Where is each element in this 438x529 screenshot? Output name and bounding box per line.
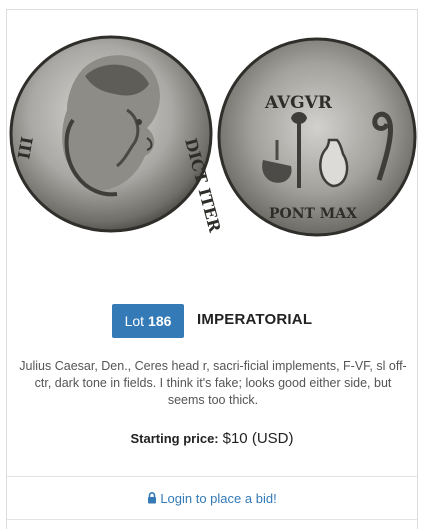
coin-photo[interactable]: DICT ITER III AVGVR PONT MAX <box>7 10 417 248</box>
coin-reverse: AVGVR PONT MAX <box>217 37 417 237</box>
login-to-bid-link[interactable]: Login to place a bid! <box>7 491 417 507</box>
lock-icon <box>147 491 157 507</box>
lot-number: 186 <box>148 313 172 329</box>
starting-price-label: Starting price: <box>130 431 219 446</box>
reverse-legend-bottom: PONT MAX <box>269 206 357 222</box>
svg-text:III: III <box>14 135 37 160</box>
divider <box>7 476 417 477</box>
lot-badge: Lot 186 <box>112 304 184 338</box>
coin-obverse: DICT ITER III <box>9 35 225 235</box>
coin-image: DICT ITER III AVGVR PONT MAX <box>9 35 417 237</box>
starting-price-value: $10 (USD) <box>222 430 294 447</box>
lot-label: Lot <box>124 313 145 329</box>
reverse-legend-top: AVGVR <box>264 93 333 113</box>
login-label: Login to place a bid! <box>160 491 277 506</box>
card-footer-border <box>7 519 417 520</box>
starting-price: Starting price: $10 (USD) <box>7 430 417 448</box>
lot-category: IMPERATORIAL <box>197 311 313 328</box>
lot-header: Lot 186 IMPERATORIAL <box>7 304 417 338</box>
lot-card: DICT ITER III AVGVR PONT MAX Lot 186 IMP… <box>6 9 418 529</box>
lot-description: Julius Caesar, Den., Ceres head r, sacri… <box>19 359 407 407</box>
